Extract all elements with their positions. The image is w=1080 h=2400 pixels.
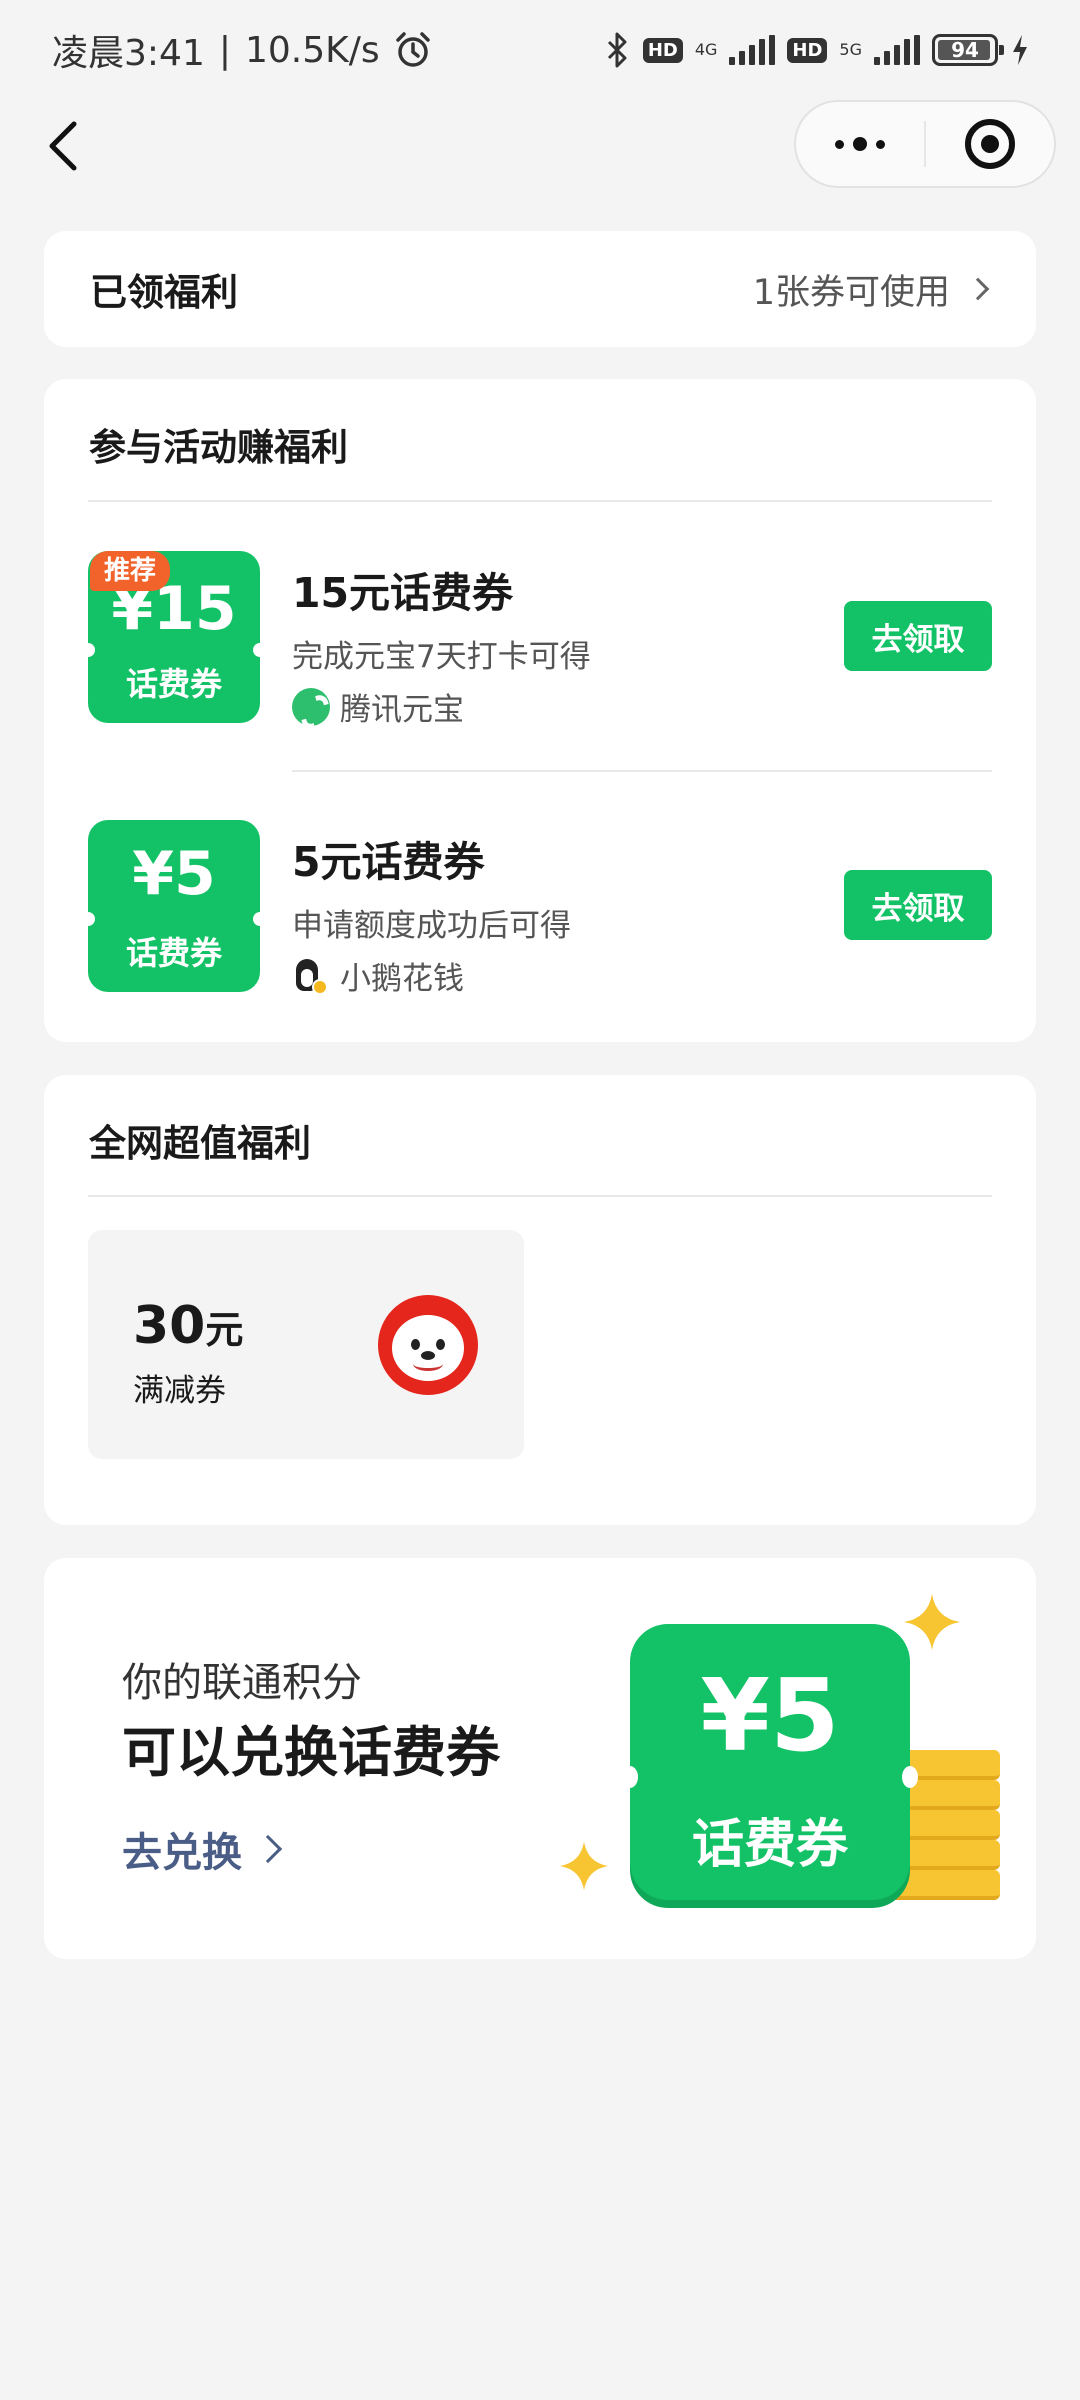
exchange-link-label: 去兑换: [122, 1830, 242, 1876]
claimed-summary: 1张券可使用: [752, 272, 950, 313]
activity-section: 参与活动赚福利 ¥15 话费券 推荐 15元话费券 完成元宝7天打卡可得 腾讯元…: [44, 379, 1036, 1042]
recommend-tag: 推荐: [90, 551, 171, 591]
big-coupon-label: 话费券: [691, 1815, 848, 1875]
nav-bar: [0, 98, 1080, 193]
big-coupon-amount: ¥5: [700, 1657, 840, 1774]
network-type-2: 5G: [839, 40, 862, 59]
exchange-banner[interactable]: 你的联通积分 可以兑换话费券 去兑换 ¥5 话费券: [44, 1558, 1036, 1959]
close-button[interactable]: [926, 119, 1054, 169]
network-type-1: 4G: [694, 40, 718, 59]
chevron-right-icon: [966, 277, 990, 301]
bluetooth-icon: [607, 32, 627, 68]
item-desc: 申请额度成功后可得: [292, 908, 571, 944]
yuanbao-logo-icon: [292, 687, 330, 726]
mini-program-capsule: [794, 100, 1056, 188]
status-time: 凌晨3:41: [52, 33, 205, 74]
signal-icon-1: [729, 35, 776, 65]
status-right: HD 4G HD 5G 94: [605, 31, 1030, 69]
coupon-label: 话费券: [125, 934, 222, 972]
exchange-link[interactable]: 去兑换: [122, 1820, 283, 1878]
more-button[interactable]: [796, 137, 924, 151]
back-button[interactable]: [40, 118, 90, 174]
coupon-badge: ¥5 话费券: [81, 820, 267, 992]
status-left: 凌晨3:41 | 10.5K/s: [52, 24, 432, 76]
section-divider: [88, 500, 992, 502]
item-divider: [292, 770, 992, 772]
list-item: ¥5 话费券 5元话费券 申请额度成功后可得 小鹅花钱 去领取: [81, 820, 992, 997]
activity-section-title: 参与活动赚福利: [89, 426, 348, 469]
chevron-right-icon: [253, 1834, 283, 1864]
item-source-name: 腾讯元宝: [340, 692, 464, 728]
deal-amount: 30元: [133, 1296, 244, 1356]
item-name: 5元话费券: [292, 838, 485, 886]
hd-badge-2: HD: [787, 37, 828, 63]
item-source: 腾讯元宝: [292, 684, 591, 729]
hd-badge-1: HD: [642, 37, 683, 63]
status-separator: |: [218, 29, 231, 71]
claim-button[interactable]: 去领取: [844, 601, 992, 671]
battery-icon: 94: [932, 34, 1004, 66]
target-ring-icon: [965, 119, 1015, 169]
exchange-subtitle: 你的联通积分: [122, 1660, 362, 1706]
item-desc: 完成元宝7天打卡可得: [292, 639, 591, 675]
exchange-title: 可以兑换话费券: [122, 1721, 500, 1784]
signal-icon-2: [874, 35, 920, 65]
alarm-icon: [395, 32, 430, 67]
claim-button[interactable]: 去领取: [844, 870, 992, 940]
claimed-title: 已领福利: [90, 271, 238, 314]
big-coupon-badge: ¥5 话费券: [622, 1624, 918, 1900]
status-speed: 10.5K/s: [244, 29, 380, 71]
deal-label: 满减券: [133, 1373, 226, 1409]
claimed-summary-link[interactable]: 1张券可使用: [752, 264, 990, 315]
sparkle-icon: [904, 1594, 960, 1650]
battery-level: 94: [951, 38, 979, 62]
sparkle-icon: [559, 1841, 609, 1891]
coupon-amount: ¥5: [132, 839, 216, 909]
section-divider: [88, 1195, 992, 1197]
claimed-welfare-row[interactable]: 已领福利 1张券可使用: [44, 231, 1036, 347]
item-source-name: 小鹅花钱: [340, 961, 464, 997]
status-bar: 凌晨3:41 | 10.5K/s HD 4G HD 5G 94: [0, 0, 1080, 100]
penguin-logo-icon: [292, 957, 330, 995]
item-name: 15元话费券: [292, 569, 514, 617]
item-info: 5元话费券 申请额度成功后可得 小鹅花钱: [292, 828, 571, 998]
list-item: ¥15 话费券 推荐 15元话费券 完成元宝7天打卡可得 腾讯元宝 去领取: [81, 551, 992, 728]
charging-icon: [1013, 35, 1027, 65]
jd-dog-logo-icon: [378, 1295, 478, 1395]
item-source: 小鹅花钱: [292, 953, 571, 998]
deal-tile[interactable]: 30元 满减券: [88, 1230, 524, 1459]
deals-section: 全网超值福利 30元 满减券: [44, 1075, 1036, 1525]
deals-section-title: 全网超值福利: [89, 1122, 311, 1165]
coupon-label: 话费券: [125, 665, 222, 703]
item-info: 15元话费券 完成元宝7天打卡可得 腾讯元宝: [292, 559, 591, 729]
